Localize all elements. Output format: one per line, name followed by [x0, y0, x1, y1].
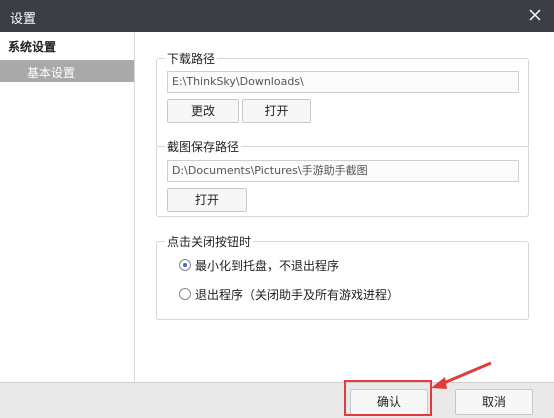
- close-behavior-panel: 点击关闭按钮时 最小化到托盘，不退出程序 退出程序（关闭助手及所有游戏进程）: [156, 233, 529, 320]
- sidebar-item-label: 基本设置: [27, 66, 76, 80]
- close-icon[interactable]: [526, 6, 544, 24]
- download-path-panel: 下载路径 E:\ThinkSky\Downloads\ 更改 打开: [156, 50, 529, 148]
- radio-minimize-label[interactable]: 最小化到托盘，不退出程序: [195, 257, 339, 274]
- screenshot-path-field[interactable]: D:\Documents\Pictures\手游助手截图: [167, 160, 519, 182]
- open-screenshot-folder-button[interactable]: 打开: [167, 188, 247, 212]
- title-bar: 设置: [0, 0, 554, 32]
- sidebar-group-system: 系统设置: [8, 40, 57, 54]
- screenshot-path-panel: 截图保存路径 D:\Documents\Pictures\手游助手截图 打开: [156, 138, 529, 217]
- radio-exit-label[interactable]: 退出程序（关闭助手及所有游戏进程）: [195, 286, 399, 303]
- change-download-path-button[interactable]: 更改: [167, 99, 239, 123]
- dialog-footer: 确认 取消: [0, 382, 554, 418]
- confirm-button[interactable]: 确认: [350, 389, 428, 415]
- download-path-label: 下载路径: [165, 50, 218, 67]
- open-download-folder-button[interactable]: 打开: [242, 99, 311, 123]
- window-title: 设置: [10, 12, 37, 27]
- settings-content: 下载路径 E:\ThinkSky\Downloads\ 更改 打开 截图保存路径…: [135, 32, 554, 382]
- sidebar: 系统设置 基本设置: [0, 32, 135, 382]
- radio-button-unchecked-icon[interactable]: [179, 288, 191, 300]
- radio-button-checked-icon[interactable]: [179, 259, 191, 271]
- sidebar-item-basic-settings[interactable]: 基本设置: [0, 60, 134, 82]
- close-behavior-label: 点击关闭按钮时: [165, 233, 254, 250]
- screenshot-path-label: 截图保存路径: [165, 138, 242, 155]
- download-path-field[interactable]: E:\ThinkSky\Downloads\: [167, 71, 519, 93]
- cancel-button[interactable]: 取消: [455, 389, 533, 415]
